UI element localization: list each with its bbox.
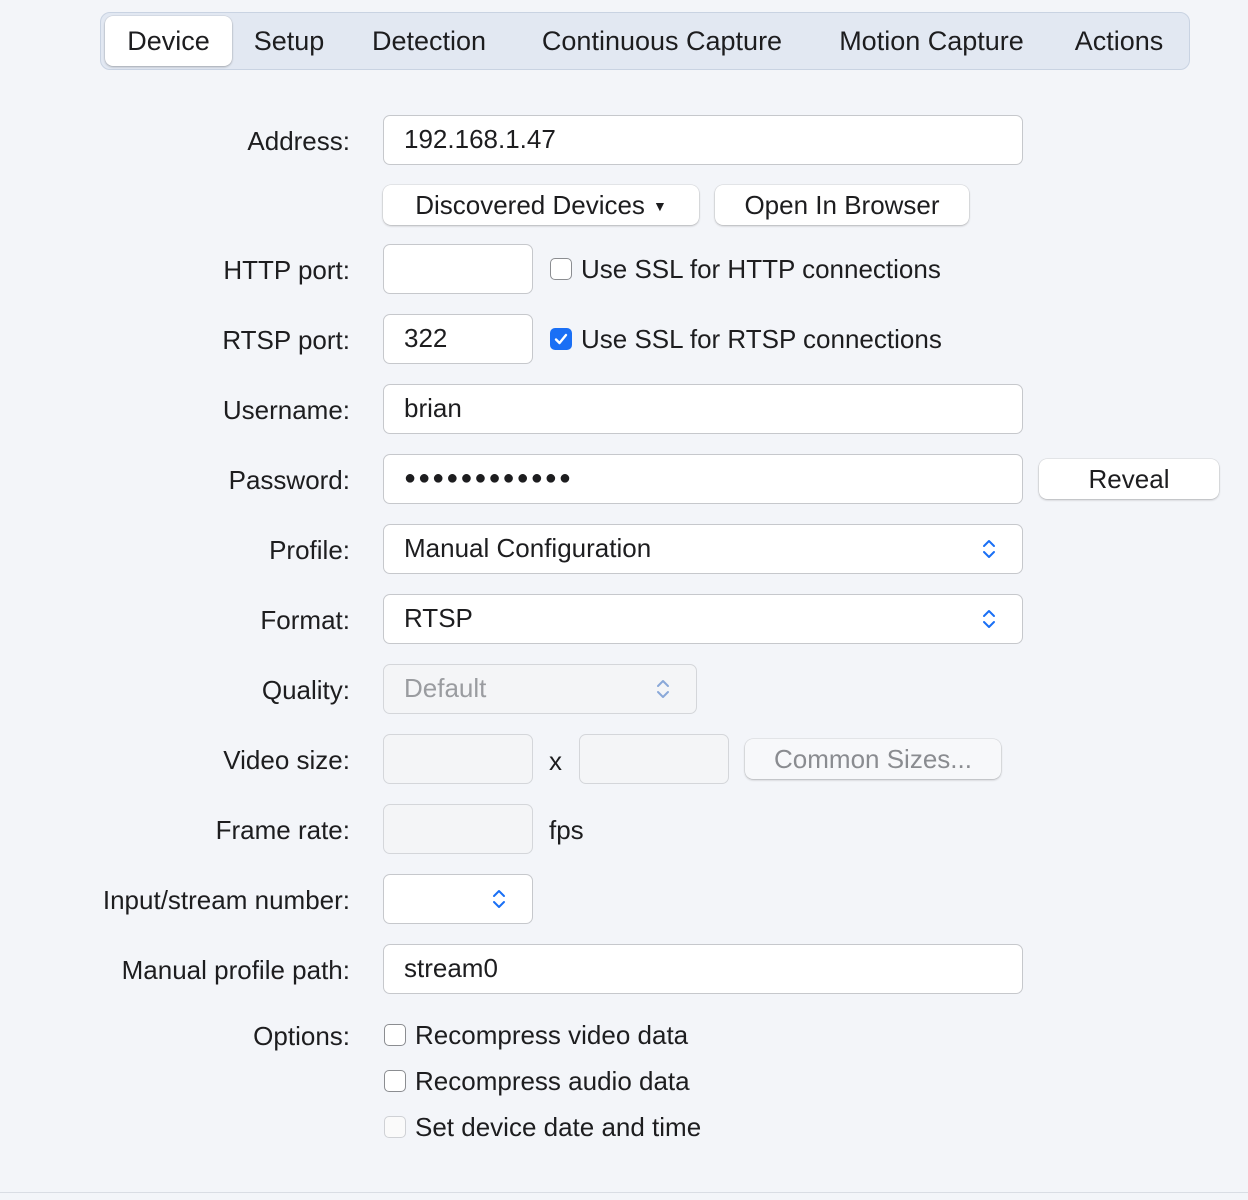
- tab-motion-capture[interactable]: Motion Capture: [819, 16, 1044, 66]
- options-label: Options:: [253, 1021, 350, 1051]
- tab-setup[interactable]: Setup: [237, 16, 341, 66]
- http-ssl-checkbox[interactable]: [550, 258, 572, 280]
- format-select[interactable]: RTSP: [383, 594, 1023, 644]
- rtsp-ssl-checkbox[interactable]: [550, 328, 572, 350]
- recompress-video-label: Recompress video data: [415, 1020, 689, 1050]
- manual-profile-path-input[interactable]: stream0: [383, 944, 1023, 994]
- rtsp-port-label: RTSP port:: [222, 325, 350, 355]
- http-port-input[interactable]: [383, 244, 533, 294]
- quality-select[interactable]: Default: [383, 664, 697, 714]
- manual-profile-path-label: Manual profile path:: [121, 955, 350, 985]
- address-label: Address:: [247, 126, 350, 156]
- format-label: Format:: [260, 605, 350, 635]
- username-label: Username:: [222, 395, 350, 425]
- up-down-chevron-icon: [978, 595, 1000, 642]
- format-value: RTSP: [404, 603, 473, 633]
- address-input[interactable]: 192.168.1.47: [383, 115, 1023, 165]
- bottom-divider: [0, 1192, 1248, 1193]
- dropdown-caret-icon: ▼: [652, 198, 667, 214]
- input-stream-label: Input/stream number:: [102, 885, 350, 915]
- up-down-chevron-icon: [488, 875, 510, 922]
- http-ssl-label: Use SSL for HTTP connections: [581, 254, 941, 284]
- video-size-separator: x: [549, 746, 562, 776]
- discovered-devices-button[interactable]: Discovered Devices ▼: [383, 185, 699, 225]
- recompress-audio-label: Recompress audio data: [415, 1066, 690, 1096]
- profile-select[interactable]: Manual Configuration: [383, 524, 1023, 574]
- password-label: Password:: [228, 465, 350, 495]
- fps-unit-label: fps: [549, 815, 584, 845]
- frame-rate-input[interactable]: [383, 804, 533, 854]
- tab-bar: Device Setup Detection Continuous Captur…: [100, 12, 1190, 70]
- quality-label: Quality:: [261, 675, 350, 705]
- quality-value: Default: [404, 673, 487, 703]
- checkmark-icon: [554, 333, 568, 345]
- open-in-browser-button[interactable]: Open In Browser: [715, 185, 969, 225]
- up-down-chevron-icon: [652, 665, 674, 712]
- input-stream-select[interactable]: [383, 874, 533, 924]
- rtsp-port-input[interactable]: 322: [383, 314, 533, 364]
- video-height-input[interactable]: [579, 734, 729, 784]
- http-port-label: HTTP port:: [223, 255, 350, 285]
- username-input[interactable]: brian: [383, 384, 1023, 434]
- profile-value: Manual Configuration: [404, 533, 652, 563]
- tab-device[interactable]: Device: [105, 16, 232, 66]
- recompress-audio-checkbox[interactable]: [384, 1070, 406, 1092]
- tab-actions[interactable]: Actions: [1059, 16, 1179, 66]
- up-down-chevron-icon: [978, 525, 1000, 572]
- set-device-date-label: Set device date and time: [415, 1112, 702, 1142]
- tab-continuous-capture[interactable]: Continuous Capture: [521, 16, 803, 66]
- rtsp-ssl-label: Use SSL for RTSP connections: [581, 324, 942, 354]
- recompress-video-checkbox[interactable]: [384, 1024, 406, 1046]
- tab-detection[interactable]: Detection: [353, 16, 505, 66]
- discovered-devices-label: Discovered Devices: [415, 190, 645, 220]
- set-device-date-checkbox[interactable]: [384, 1116, 406, 1138]
- frame-rate-label: Frame rate:: [215, 815, 350, 845]
- reveal-button[interactable]: Reveal: [1039, 459, 1219, 499]
- profile-label: Profile:: [269, 535, 350, 565]
- common-sizes-button[interactable]: Common Sizes...: [745, 739, 1001, 779]
- video-width-input[interactable]: [383, 734, 533, 784]
- password-input[interactable]: ●●●●●●●●●●●●: [383, 454, 1023, 504]
- video-size-label: Video size:: [223, 745, 350, 775]
